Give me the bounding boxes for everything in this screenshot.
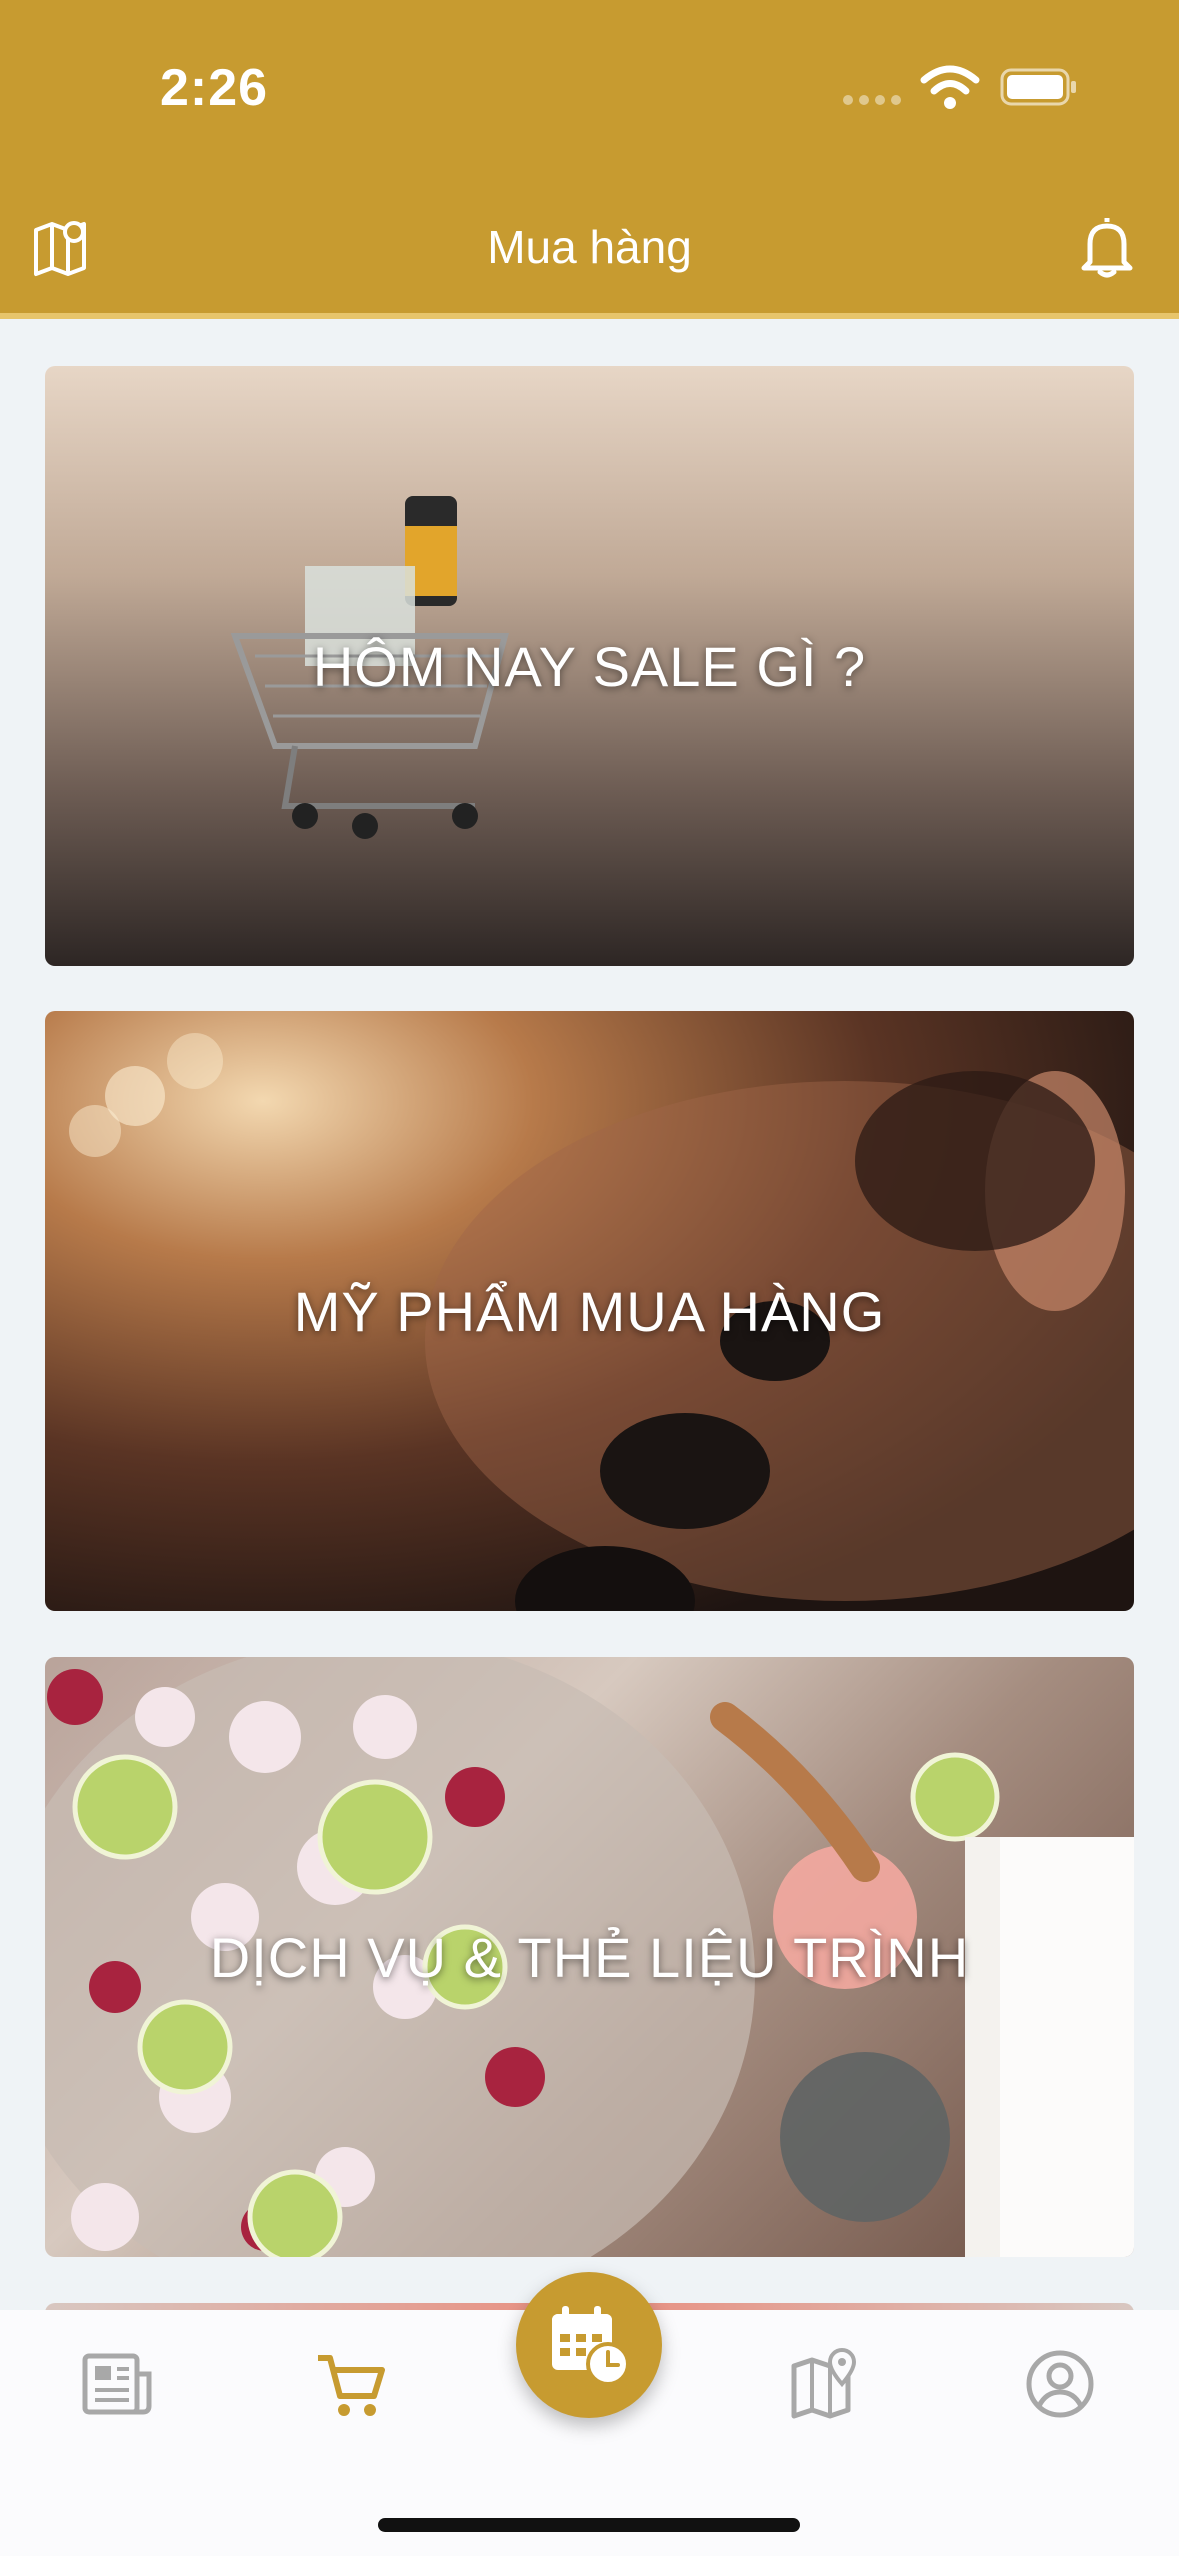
sale-today-card[interactable]: HÔM NAY SALE GÌ ?	[45, 366, 1134, 966]
card-label-sale: HÔM NAY SALE GÌ ?	[312, 634, 867, 698]
newspaper-icon[interactable]	[77, 2344, 157, 2424]
header-divider	[0, 313, 1179, 319]
bell-icon[interactable]	[1072, 210, 1142, 280]
cart-icon[interactable]	[312, 2344, 392, 2424]
booking-button[interactable]	[516, 2272, 662, 2418]
map-pin-icon[interactable]	[786, 2344, 866, 2424]
card-label-services: DỊCH VỤ & THẺ LIỆU TRÌNH	[209, 1925, 970, 1989]
cosmetics-card[interactable]: MỸ PHẨM MUA HÀNG	[45, 1011, 1134, 1611]
home-indicator	[378, 2518, 800, 2532]
status-time: 2:26	[160, 59, 269, 117]
services-card[interactable]: DỊCH VỤ & THẺ LIỆU TRÌNH	[45, 1657, 1134, 2257]
user-icon[interactable]	[1020, 2344, 1100, 2424]
page-title: Mua hàng	[487, 221, 692, 273]
cellular-signal-icon	[843, 95, 905, 107]
card-label-cosmetics: MỸ PHẨM MUA HÀNG	[293, 1279, 886, 1343]
wifi-icon	[920, 65, 980, 109]
calendar-clock-icon	[552, 2306, 630, 2386]
battery-icon	[1000, 68, 1076, 106]
